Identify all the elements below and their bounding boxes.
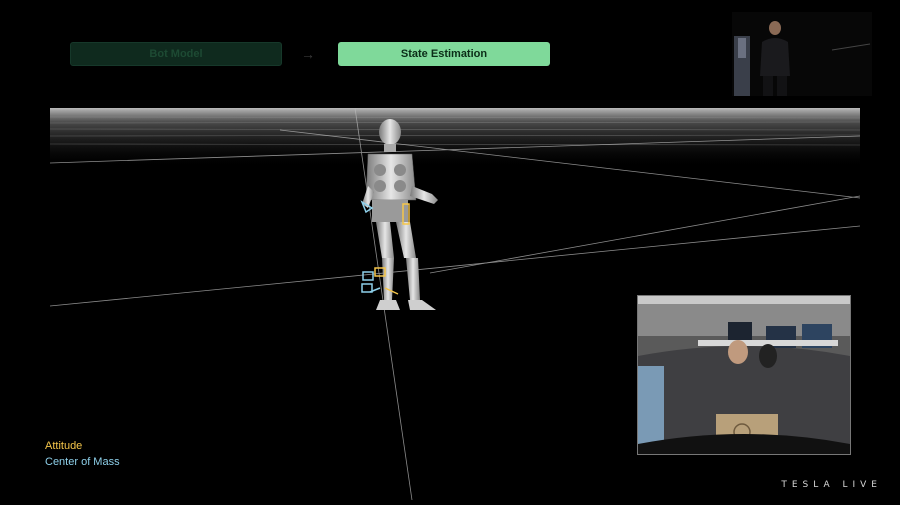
arrow-right-icon: → [301, 46, 315, 62]
pipeline-step-label: Bot Model [149, 48, 203, 60]
presenter-figure [732, 12, 872, 96]
legend-item-center-of-mass: Center of Mass [45, 456, 120, 468]
camera-feed-inset [637, 295, 851, 455]
presenter-video-inset [732, 12, 872, 96]
pipeline-step-state-estimation: State Estimation [338, 42, 550, 66]
pipeline-step-label: State Estimation [400, 48, 488, 60]
legend-item-attitude: Attitude [45, 440, 83, 452]
brand-logo-text: TESLA LIVE [781, 480, 882, 490]
camera-scene [638, 296, 850, 454]
pipeline-step-bot-model: Bot Model [70, 42, 282, 66]
legend: Attitude Center of Mass [45, 438, 120, 470]
